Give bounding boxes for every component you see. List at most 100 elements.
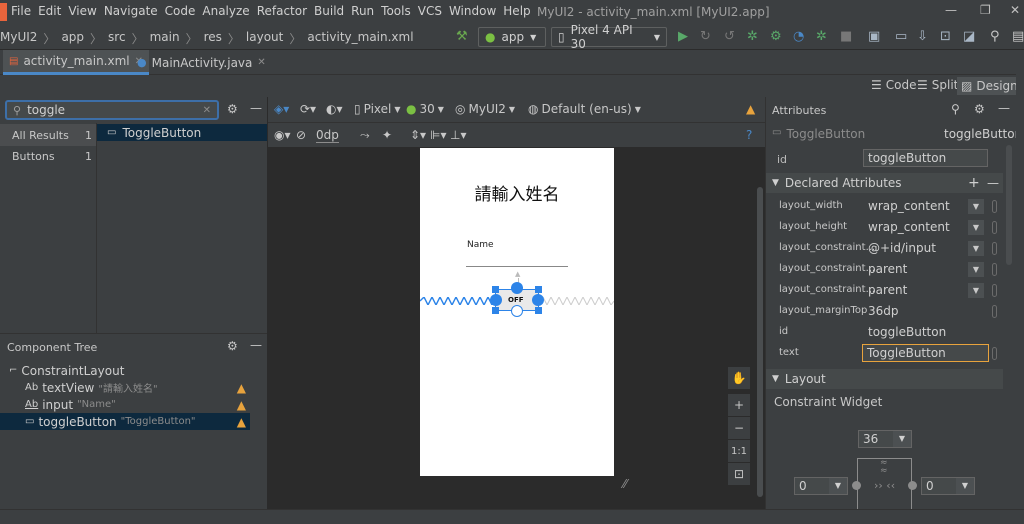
breadcrumb-item[interactable]: res — [204, 30, 222, 47]
menu-navigate[interactable]: Navigate — [104, 4, 163, 18]
menu-tools[interactable]: Tools — [381, 4, 416, 18]
attribute-row[interactable]: layout_constraint... parent ▼ — [766, 259, 1003, 280]
preview-title-text[interactable]: 請輸入姓名 — [420, 180, 614, 205]
infer-constraints-icon[interactable]: ✦ — [382, 128, 392, 142]
preview-name-hint[interactable]: Name — [467, 240, 494, 250]
zoom-in-button[interactable]: + — [728, 394, 750, 416]
attribute-value[interactable]: @+id/input — [868, 241, 936, 255]
id-field[interactable]: toggleButton — [863, 149, 988, 167]
avd-manager-icon[interactable]: ▭ — [895, 29, 907, 44]
breadcrumb-item[interactable]: MyUI2 — [0, 30, 37, 47]
resize-handle[interactable] — [535, 286, 542, 293]
sdk-manager-icon[interactable]: ⇩ — [917, 29, 928, 44]
warning-icon[interactable]: ▲ — [237, 415, 246, 429]
zoom-out-button[interactable]: − — [728, 417, 750, 439]
margin-top-dropdown[interactable]: 36 ▼ — [858, 430, 912, 448]
remove-attribute-icon[interactable]: — — [987, 176, 999, 190]
clear-search-icon[interactable]: ✕ — [203, 105, 211, 116]
gear-icon[interactable]: ⚙ — [974, 102, 985, 116]
breadcrumb-item[interactable]: src — [108, 30, 126, 47]
orientation-icon[interactable]: ⟳▾ — [300, 102, 316, 116]
menu-run[interactable]: Run — [351, 4, 379, 18]
resource-picker[interactable] — [992, 221, 997, 234]
attribute-value[interactable]: wrap_content — [868, 199, 950, 213]
hide-panel-icon[interactable]: — — [998, 101, 1010, 115]
menu-vcs[interactable]: VCS — [418, 4, 447, 18]
attribute-row[interactable]: layout_height wrap_content ▼ — [766, 217, 1003, 238]
attribute-row[interactable]: layout_constraint... parent ▼ — [766, 280, 1003, 301]
locale-dropdown[interactable]: ◍ Default (en-us) ▼ — [528, 102, 641, 116]
restore-icon[interactable]: ❐ — [980, 3, 991, 17]
default-margin-button[interactable]: 0dp — [316, 128, 339, 143]
warning-icon[interactable]: ▲ — [237, 398, 246, 412]
resource-picker[interactable] — [992, 305, 997, 318]
right-anchor[interactable] — [532, 294, 544, 306]
pan-hand-icon[interactable]: ✋ — [728, 367, 750, 389]
pack-icon[interactable]: ⇕▾ — [410, 128, 426, 142]
layout-inspector-icon[interactable]: ⊡ — [940, 29, 951, 44]
guidelines-icon[interactable]: ⊥▾ — [450, 128, 466, 142]
device-dropdown[interactable]: ▯ Pixel ▼ — [354, 102, 401, 116]
apply-code-icon[interactable]: ↺ — [724, 29, 735, 44]
help-icon[interactable]: ? — [746, 128, 752, 142]
search-icon[interactable]: ⚲ — [951, 102, 960, 116]
code-mode-button[interactable]: ☰ Code — [871, 78, 917, 92]
search-everywhere-icon[interactable]: ⚲ — [990, 29, 1000, 44]
split-mode-button[interactable]: ☰ Split — [917, 78, 958, 92]
chevron-down-icon[interactable]: ▼ — [968, 241, 984, 256]
gear-icon[interactable]: ▤ — [1012, 29, 1024, 44]
attribute-row[interactable]: layout_marginTop 36dp — [766, 301, 1003, 322]
chevron-down-icon[interactable]: ▼ — [968, 220, 984, 235]
attribute-row[interactable]: id toggleButton — [766, 322, 1003, 343]
design-mode-button[interactable]: ▨ Design — [957, 77, 1022, 95]
api-level-dropdown[interactable]: ● 30 ▼ — [406, 102, 444, 116]
resource-picker[interactable] — [992, 347, 997, 360]
design-surface-icon[interactable]: ◈▾ — [274, 102, 289, 116]
resource-picker[interactable] — [992, 284, 997, 297]
menu-edit[interactable]: Edit — [38, 4, 66, 18]
attribute-row[interactable]: layout_width wrap_content ▼ — [766, 196, 1003, 217]
menu-help[interactable]: Help — [503, 4, 535, 18]
top-anchor[interactable] — [511, 282, 523, 294]
palette-item-togglebutton[interactable]: ▭ ToggleButton — [97, 124, 267, 141]
menu-refactor[interactable]: Refactor — [257, 4, 312, 18]
palette-search[interactable]: ⚲ ✕ — [5, 100, 219, 120]
tab-main-activity[interactable]: ● MainActivity.java ✕ — [131, 50, 272, 75]
warning-icon[interactable]: ▲ — [237, 381, 246, 395]
resource-picker[interactable] — [992, 242, 997, 255]
run-icon[interactable]: ▶ — [678, 29, 688, 44]
hide-panel-icon[interactable]: — — [250, 338, 262, 352]
resize-handle[interactable] — [492, 286, 499, 293]
resize-handle[interactable] — [535, 307, 542, 314]
text-field[interactable]: ToggleButton — [862, 344, 989, 362]
menu-file[interactable]: File — [11, 4, 36, 18]
theme-dropdown[interactable]: ◎ MyUI2 ▼ — [455, 102, 515, 116]
menu-window[interactable]: Window — [449, 4, 501, 18]
tree-node-togglebutton[interactable]: ▭ toggleButton "ToggleButton" ▲ — [0, 413, 250, 430]
close-icon[interactable]: ✕ — [1010, 3, 1020, 17]
profile-icon[interactable]: ⚙ — [770, 29, 782, 44]
resize-handle[interactable] — [492, 307, 499, 314]
margin-left-dropdown[interactable]: 0 ▼ — [794, 477, 848, 495]
layout-section-header[interactable]: ▼ Layout — [766, 369, 1003, 389]
tree-node-constraintlayout[interactable]: ⌐ ConstraintLayout — [0, 362, 250, 379]
design-canvas[interactable]: 請輸入姓名 Name ▲ OFF ⁄⁄ ✋ + − 1:1 ⊡ — [268, 147, 763, 509]
add-attribute-icon[interactable]: + — [968, 175, 980, 191]
project-structure-icon[interactable]: ◪ — [963, 29, 975, 44]
breadcrumb-item[interactable]: layout — [246, 30, 283, 47]
attach-debugger-icon[interactable]: ✲ — [816, 29, 827, 44]
resource-picker[interactable] — [992, 263, 997, 276]
vertical-scrollbar[interactable] — [757, 187, 763, 497]
tree-node-textview[interactable]: Ab textView "請輸入姓名" ▲ — [0, 379, 250, 396]
clear-constraints-icon[interactable]: ⤳ — [360, 128, 370, 143]
show-view-options-icon[interactable]: ◉▾ — [274, 128, 291, 142]
tab-activity-main[interactable]: ▤ activity_main.xml ✕ — [3, 50, 149, 75]
chevron-down-icon[interactable]: ▼ — [968, 283, 984, 298]
minimize-icon[interactable]: — — [945, 3, 957, 17]
attribute-row-text[interactable]: text ToggleButton — [766, 343, 1003, 364]
hammer-icon[interactable]: ⚒ — [456, 29, 468, 44]
night-mode-icon[interactable]: ◐▾ — [326, 102, 343, 116]
menu-code[interactable]: Code — [165, 4, 201, 18]
menu-analyze[interactable]: Analyze — [202, 4, 254, 18]
device-selector[interactable]: ▯ Pixel 4 API 30 ▼ — [551, 23, 667, 51]
